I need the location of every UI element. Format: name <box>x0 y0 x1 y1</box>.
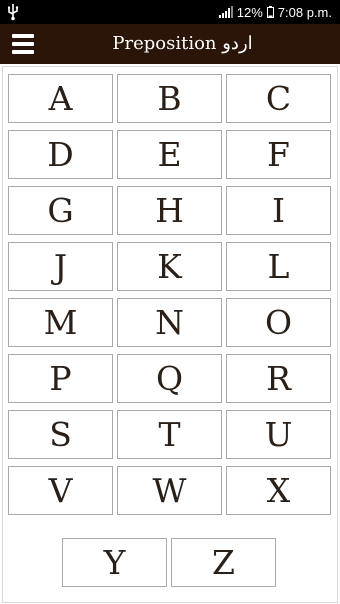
letter-button[interactable]: I <box>226 186 331 235</box>
letter-button[interactable]: T <box>117 410 222 459</box>
letter-grid: ABC DEF GHI JKL MNO PQR STU VWX <box>8 74 332 515</box>
letter-button[interactable]: L <box>226 242 331 291</box>
letter-button[interactable]: B <box>117 74 222 123</box>
letter-button[interactable]: R <box>226 354 331 403</box>
letter-button[interactable]: Y <box>62 538 167 587</box>
letter-button[interactable]: F <box>226 130 331 179</box>
letter-button[interactable]: N <box>117 298 222 347</box>
letter-button[interactable]: Z <box>171 538 276 587</box>
letter-button[interactable]: U <box>226 410 331 459</box>
letter-button[interactable]: P <box>8 354 113 403</box>
letter-button[interactable]: G <box>8 186 113 235</box>
letter-button[interactable]: M <box>8 298 113 347</box>
letter-grid-last-row: YZ <box>62 538 278 587</box>
letter-button[interactable]: H <box>117 186 222 235</box>
battery-icon <box>266 6 274 18</box>
letter-button[interactable]: V <box>8 466 113 515</box>
letter-button[interactable]: C <box>226 74 331 123</box>
app-bar: Preposition اردو <box>0 24 340 64</box>
page-title: Preposition اردو <box>112 33 253 54</box>
battery-percent: 12% <box>236 4 263 20</box>
letter-button[interactable]: W <box>117 466 222 515</box>
letter-button[interactable]: E <box>117 130 222 179</box>
letter-button[interactable]: K <box>117 242 222 291</box>
signal-icon <box>218 6 233 18</box>
letter-button[interactable]: J <box>8 242 113 291</box>
letter-button[interactable]: S <box>8 410 113 459</box>
letter-button[interactable]: D <box>8 130 113 179</box>
letter-button[interactable]: O <box>226 298 331 347</box>
letter-button[interactable]: Q <box>117 354 222 403</box>
letter-button[interactable]: X <box>226 466 331 515</box>
status-bar: 12% 7:08 p.m. <box>0 0 340 24</box>
letter-button[interactable]: A <box>8 74 113 123</box>
usb-icon <box>8 4 19 21</box>
clock-time: 7:08 p.m. <box>277 4 332 20</box>
